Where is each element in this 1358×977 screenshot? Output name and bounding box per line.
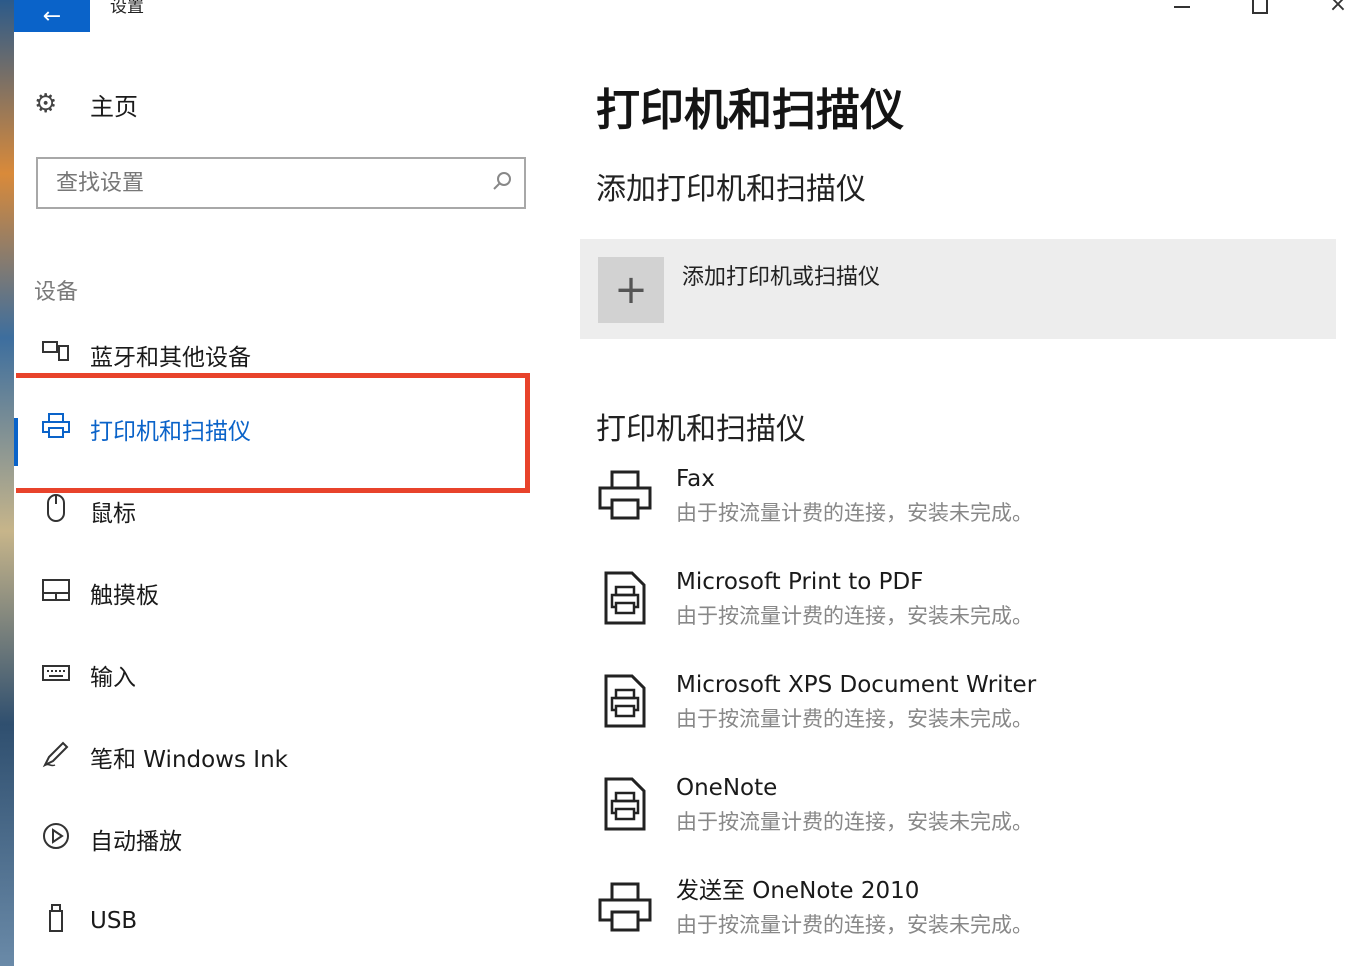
sidebar-item-mouse[interactable]: 鼠标: [14, 470, 534, 552]
printer-name: Microsoft Print to PDF: [676, 569, 924, 595]
printer-item-xps[interactable]: Microsoft XPS Document Writer 由于按流量计费的连接…: [596, 668, 1336, 771]
search-input[interactable]: [38, 159, 480, 207]
document-printer-icon: [596, 569, 654, 627]
minimize-button[interactable]: [1162, 0, 1202, 24]
sidebar-item-label: 输入: [90, 665, 136, 691]
printer-icon: [34, 412, 78, 446]
maximize-icon: [1252, 0, 1268, 14]
back-button[interactable]: ←: [14, 0, 90, 32]
printer-name: OneNote: [676, 775, 778, 801]
printer-item-send-to-onenote[interactable]: 发送至 OneNote 2010 由于按流量计费的连接，安装未完成。: [596, 874, 1336, 977]
add-printer-button[interactable]: + 添加打印机或扫描仪: [580, 239, 1336, 339]
sidebar-item-input[interactable]: 输入: [14, 634, 534, 716]
maximize-button[interactable]: [1240, 0, 1280, 24]
printer-status: 由于按流量计费的连接，安装未完成。: [676, 810, 1033, 834]
close-button[interactable]: ×: [1318, 0, 1358, 24]
printer-name: Fax: [676, 466, 715, 492]
search-box[interactable]: [36, 157, 526, 209]
sidebar-item-autoplay[interactable]: 自动播放: [14, 798, 534, 880]
autoplay-icon: [34, 821, 78, 857]
printer-icon: [596, 878, 654, 936]
gear-icon: ⚙: [34, 89, 58, 119]
sidebar-nav: 蓝牙和其他设备 打印机和扫描仪 鼠标 触摸板 输入 笔和 Windows Ink…: [14, 330, 534, 962]
active-indicator: [14, 418, 18, 466]
printers-section-title: 打印机和扫描仪: [596, 412, 806, 447]
document-printer-icon: [596, 672, 654, 730]
add-printer-label: 添加打印机或扫描仪: [682, 265, 881, 290]
sidebar-item-printers[interactable]: 打印机和扫描仪: [14, 388, 534, 470]
sidebar-item-label: 自动播放: [90, 829, 182, 855]
printer-status: 由于按流量计费的连接，安装未完成。: [676, 501, 1033, 525]
window-title: 设置: [110, 0, 144, 17]
sidebar-item-pen[interactable]: 笔和 Windows Ink: [14, 716, 534, 798]
touchpad-icon: [34, 578, 78, 608]
add-section-title: 添加打印机和扫描仪: [596, 172, 866, 207]
search-icon[interactable]: [480, 170, 524, 197]
printer-name: 发送至 OneNote 2010: [676, 878, 920, 904]
document-printer-icon: [596, 775, 654, 833]
printer-status: 由于按流量计费的连接，安装未完成。: [676, 913, 1033, 937]
printer-name: Microsoft XPS Document Writer: [676, 672, 1037, 698]
plus-icon: +: [598, 257, 664, 323]
mouse-icon: [34, 493, 78, 529]
back-arrow-icon: ←: [42, 3, 62, 29]
settings-window: ← 设置 × ⚙ 主页 设备 蓝牙和其他设备 打印机和扫描仪: [14, 0, 1358, 966]
desktop-background: [0, 0, 14, 966]
sidebar-item-usb[interactable]: USB: [14, 880, 534, 962]
sidebar-item-label: 触摸板: [90, 583, 159, 609]
sidebar-item-touchpad[interactable]: 触摸板: [14, 552, 534, 634]
keyboard-icon: [34, 661, 78, 689]
printer-status: 由于按流量计费的连接，安装未完成。: [676, 604, 1033, 628]
printer-status: 由于按流量计费的连接，安装未完成。: [676, 707, 1033, 731]
printer-list: Fax 由于按流量计费的连接，安装未完成。 Microsoft Print to…: [596, 462, 1336, 977]
sidebar-item-label: USB: [90, 908, 138, 934]
sidebar-group-label: 设备: [34, 280, 79, 305]
printer-icon: [596, 466, 654, 524]
sidebar-home-label: 主页: [90, 92, 138, 121]
sidebar-item-bluetooth[interactable]: 蓝牙和其他设备: [14, 330, 534, 388]
printer-item-fax[interactable]: Fax 由于按流量计费的连接，安装未完成。: [596, 462, 1336, 565]
usb-icon: [34, 903, 78, 939]
minimize-icon: [1174, 6, 1190, 8]
bluetooth-devices-icon: [34, 338, 78, 368]
sidebar-item-label: 蓝牙和其他设备: [90, 345, 251, 371]
pen-icon: [34, 739, 78, 775]
sidebar-home[interactable]: ⚙ 主页: [34, 84, 138, 124]
sidebar-item-label: 打印机和扫描仪: [90, 419, 251, 445]
printer-item-onenote[interactable]: OneNote 由于按流量计费的连接，安装未完成。: [596, 771, 1336, 874]
printer-item-pdf[interactable]: Microsoft Print to PDF 由于按流量计费的连接，安装未完成。: [596, 565, 1336, 668]
close-icon: ×: [1328, 0, 1348, 17]
page-title: 打印机和扫描仪: [596, 85, 904, 136]
sidebar-item-label: 笔和 Windows Ink: [90, 747, 288, 773]
sidebar-item-label: 鼠标: [90, 501, 136, 527]
